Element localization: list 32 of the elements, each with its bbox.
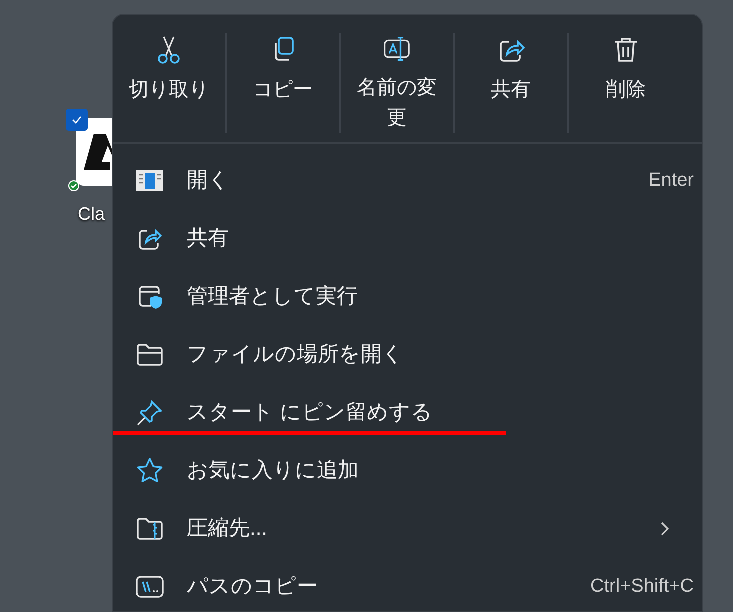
selection-checkbox[interactable] xyxy=(66,109,88,131)
zip-folder-icon xyxy=(136,517,164,541)
app-logo-icon xyxy=(84,134,112,170)
rename-icon xyxy=(381,35,413,63)
app-tile[interactable] xyxy=(76,118,112,186)
menu-item[interactable]: お気に入りに追加 xyxy=(113,442,702,500)
toolbar-button[interactable]: 削除 xyxy=(569,33,683,133)
star-icon xyxy=(136,457,164,485)
toolbar-button[interactable]: 共有 xyxy=(455,33,569,133)
menu-item[interactable]: ファイルの場所を開く xyxy=(113,326,702,384)
toolbar-button[interactable]: 切り取り xyxy=(113,33,227,133)
toolbar-button[interactable]: 名前の変更 xyxy=(341,33,455,133)
shield-window-icon xyxy=(137,284,163,310)
icon-label: Cla xyxy=(78,203,106,226)
menu-item[interactable]: 共有 xyxy=(113,210,702,268)
menu-item[interactable]: 圧縮先... xyxy=(113,500,702,558)
shortcut-text: Ctrl+Shift+C xyxy=(590,574,695,599)
menu-item[interactable]: スタート にピン留めする xyxy=(113,384,702,442)
checkmark-icon xyxy=(71,114,83,126)
menu-item[interactable]: 管理者として実行 xyxy=(113,268,702,326)
folder-icon xyxy=(136,343,164,367)
menu-item[interactable]: パスのコピー Ctrl+Shift+C xyxy=(113,558,702,611)
app-window-icon xyxy=(136,170,164,192)
menu-item[interactable]: 開く Enter xyxy=(113,152,702,210)
shortcut-text: Enter xyxy=(648,168,695,193)
pin-icon xyxy=(136,399,164,427)
scissors-icon xyxy=(155,35,183,65)
sync-status-icon xyxy=(68,180,80,192)
share-icon xyxy=(137,226,163,252)
trash-icon xyxy=(612,35,640,65)
toolbar-button[interactable]: コピー xyxy=(227,33,341,133)
path-copy-icon xyxy=(136,575,164,599)
